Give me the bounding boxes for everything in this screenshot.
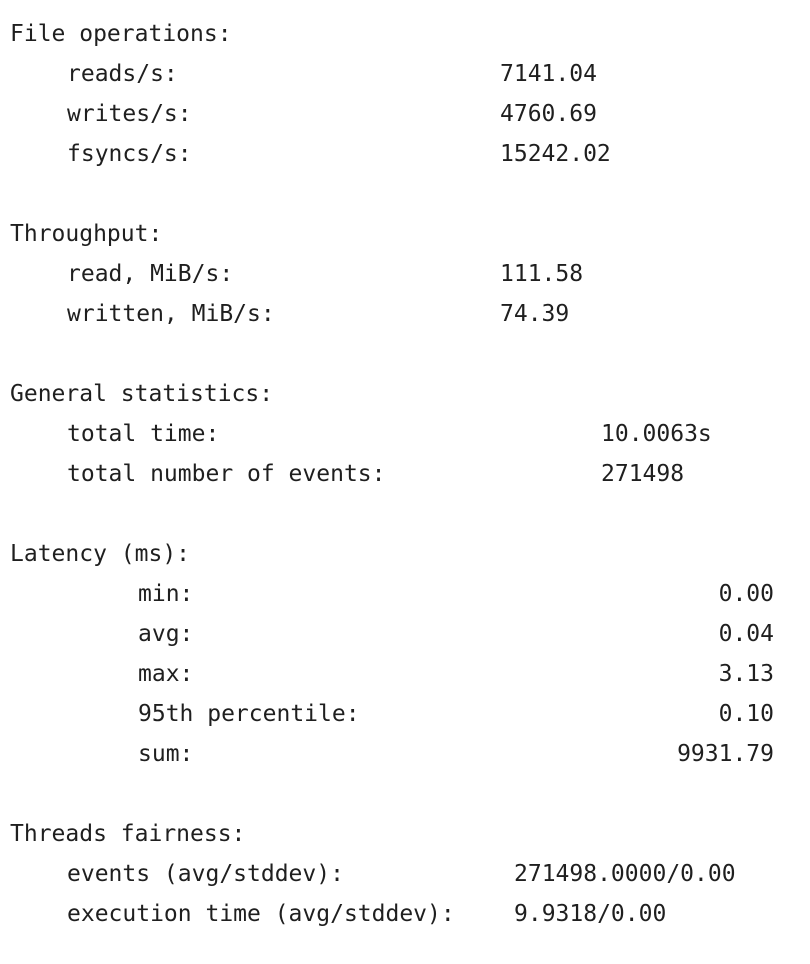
latency-max-value: 3.13: [718, 661, 774, 687]
total-time-label: total time:: [67, 421, 220, 447]
latency-avg-value: 0.04: [718, 621, 774, 647]
reads-per-sec-label: reads/s:: [67, 61, 178, 87]
latency-p95-label: 95th percentile:: [138, 701, 360, 727]
execution-time-label: execution time (avg/stddev):: [67, 901, 455, 927]
latency-min-label: min:: [138, 581, 194, 607]
written-mib-value: 74.39: [500, 301, 570, 327]
latency-header: Latency (ms):: [10, 541, 191, 567]
fsyncs-per-sec-label: fsyncs/s:: [67, 141, 192, 167]
latency-max-label: max:: [138, 661, 194, 687]
latency-sum-value: 9931.79: [677, 741, 774, 767]
reads-per-sec-value: 7141.04: [500, 61, 597, 87]
writes-per-sec-value: 4760.69: [500, 101, 597, 127]
events-avg-stddev-value: 271498.0000/0.00: [514, 861, 736, 887]
latency-min-value: 0.00: [718, 581, 774, 607]
latency-sum-label: sum:: [138, 741, 194, 767]
read-mib-label: read, MiB/s:: [67, 261, 234, 287]
read-mib-value: 111.58: [500, 261, 584, 287]
threads-fairness-header: Threads fairness:: [10, 821, 246, 847]
file-operations-header: File operations:: [10, 21, 232, 47]
throughput-header: Throughput:: [10, 221, 163, 247]
execution-time-value: 9.9318/0.00: [514, 901, 667, 927]
events-avg-stddev-label: events (avg/stddev):: [67, 861, 344, 887]
writes-per-sec-label: writes/s:: [67, 101, 192, 127]
latency-p95-value: 0.10: [718, 701, 774, 727]
total-events-label: total number of events:: [67, 461, 386, 487]
fsyncs-per-sec-value: 15242.02: [500, 141, 611, 167]
general-statistics-header: General statistics:: [10, 381, 274, 407]
latency-avg-label: avg:: [138, 621, 194, 647]
written-mib-label: written, MiB/s:: [67, 301, 275, 327]
terminal-output: File operations: reads/s: 7141.04 writes…: [0, 0, 810, 964]
total-time-value: 10.0063s: [601, 421, 712, 447]
total-events-value: 271498: [601, 461, 685, 487]
